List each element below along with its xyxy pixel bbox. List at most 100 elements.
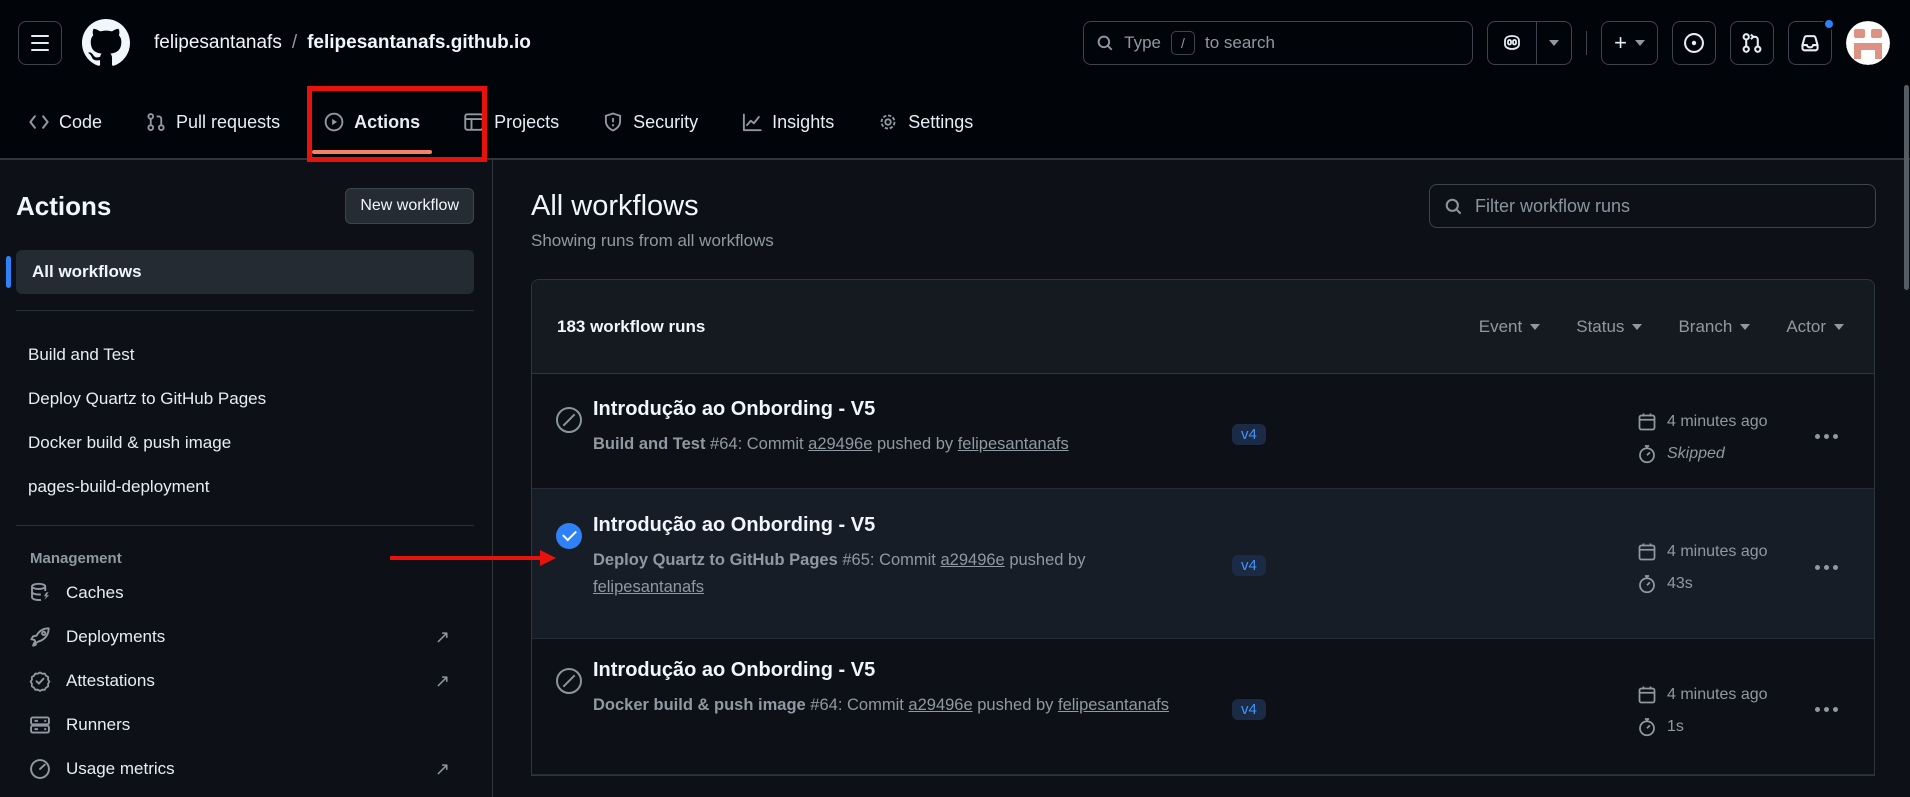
search-placeholder-post: to search bbox=[1205, 33, 1275, 53]
sidebar-item-caches[interactable]: Caches bbox=[28, 571, 474, 615]
header-actions: Type / to search + bbox=[1083, 21, 1890, 65]
run-duration: 1s bbox=[1667, 718, 1684, 736]
github-logo-icon[interactable] bbox=[82, 19, 130, 67]
breadcrumb-repo-link[interactable]: felipesantanafs.github.io bbox=[307, 32, 531, 54]
issue-opened-icon bbox=[1683, 32, 1705, 54]
tab-actions-label: Actions bbox=[354, 112, 420, 133]
run-subtitle: Build and Test #64: Commit a29496e pushe… bbox=[593, 431, 1193, 458]
sidebar-item-deployments[interactable]: Deployments ↗ bbox=[28, 615, 474, 659]
breadcrumb: felipesantanafs / felipesantanafs.github… bbox=[154, 32, 531, 54]
version-badge[interactable]: v4 bbox=[1232, 555, 1266, 576]
commit-link[interactable]: a29496e bbox=[940, 551, 1004, 569]
workflow-list: Build and Test Deploy Quartz to GitHub P… bbox=[16, 327, 474, 509]
create-new-button[interactable]: + bbox=[1601, 21, 1658, 65]
sidebar-item-usage-metrics[interactable]: Usage metrics ↗ bbox=[28, 747, 474, 791]
tab-settings-label: Settings bbox=[908, 112, 973, 133]
tab-settings[interactable]: Settings bbox=[878, 86, 973, 158]
search-icon bbox=[1444, 197, 1463, 216]
tab-projects-label: Projects bbox=[494, 112, 559, 133]
actor-link[interactable]: felipesantanafs bbox=[958, 435, 1069, 453]
meter-icon bbox=[28, 758, 52, 780]
kebab-icon bbox=[1824, 565, 1829, 570]
database-icon bbox=[28, 582, 52, 604]
new-workflow-button[interactable]: New workflow bbox=[345, 188, 474, 224]
run-duration: 43s bbox=[1667, 575, 1693, 593]
code-icon bbox=[29, 112, 49, 132]
tab-security-label: Security bbox=[633, 112, 698, 133]
sidebar-title: Actions bbox=[16, 191, 111, 222]
sidebar-item-docker-build[interactable]: Docker build & push image bbox=[28, 421, 474, 465]
tab-security[interactable]: Security bbox=[603, 86, 698, 158]
external-link-icon: ↗ bbox=[435, 627, 450, 648]
commit-link[interactable]: a29496e bbox=[808, 435, 872, 453]
chevron-down-icon bbox=[1834, 324, 1844, 330]
stopwatch-icon bbox=[1637, 717, 1657, 737]
version-badge[interactable]: v4 bbox=[1232, 699, 1266, 720]
run-title-link[interactable]: Introdução ao Onbording - V5 bbox=[593, 514, 1193, 537]
pull-requests-button[interactable] bbox=[1730, 21, 1774, 65]
actor-link[interactable]: felipesantanafs bbox=[593, 578, 704, 596]
top-header: felipesantanafs / felipesantanafs.github… bbox=[0, 0, 1910, 86]
sidebar-item-attestations[interactable]: Attestations ↗ bbox=[28, 659, 474, 703]
tab-projects[interactable]: Projects bbox=[464, 86, 559, 158]
sidebar-item-pages-build-deployment[interactable]: pages-build-deployment bbox=[28, 465, 474, 509]
kebab-menu-button[interactable] bbox=[1806, 425, 1846, 447]
copilot-button[interactable] bbox=[1487, 21, 1572, 65]
external-link-icon: ↗ bbox=[435, 671, 450, 692]
hamburger-menu-button[interactable] bbox=[18, 21, 62, 65]
actor-link[interactable]: felipesantanafs bbox=[1058, 696, 1169, 714]
stopwatch-icon bbox=[1637, 574, 1657, 594]
verified-badge-icon bbox=[28, 670, 52, 692]
tab-pull-requests[interactable]: Pull requests bbox=[146, 86, 280, 158]
workflow-run-row[interactable]: Introdução ao Onbording - V5 Build and T… bbox=[532, 374, 1874, 489]
commit-link[interactable]: a29496e bbox=[908, 696, 972, 714]
shield-icon bbox=[603, 112, 623, 132]
version-badge[interactable]: v4 bbox=[1232, 424, 1266, 445]
workflow-run-row[interactable]: Introdução ao Onbording - V5 Docker buil… bbox=[532, 639, 1874, 775]
issues-button[interactable] bbox=[1672, 21, 1716, 65]
tab-insights[interactable]: Insights bbox=[742, 86, 834, 158]
run-time: 4 minutes ago bbox=[1667, 543, 1768, 561]
tab-code[interactable]: Code bbox=[29, 86, 102, 158]
user-avatar[interactable] bbox=[1846, 21, 1890, 65]
tab-actions[interactable]: Actions bbox=[324, 86, 420, 158]
run-filters: Event Status Branch Actor bbox=[1479, 317, 1844, 337]
management-section-label: Management bbox=[16, 542, 474, 571]
kebab-menu-button[interactable] bbox=[1806, 556, 1846, 578]
kebab-icon bbox=[1824, 434, 1829, 439]
actions-sidebar: Actions New workflow All workflows Build… bbox=[0, 160, 493, 797]
caches-label: Caches bbox=[66, 583, 124, 603]
actor-filter-dropdown[interactable]: Actor bbox=[1786, 317, 1844, 337]
breadcrumb-owner-link[interactable]: felipesantanafs bbox=[154, 32, 282, 54]
graph-icon bbox=[742, 112, 762, 132]
run-subtitle: Docker build & push image #64: Commit a2… bbox=[593, 692, 1193, 719]
git-pull-request-icon bbox=[1741, 32, 1763, 54]
run-title-link[interactable]: Introdução ao Onbording - V5 bbox=[593, 398, 1193, 421]
branch-filter-dropdown[interactable]: Branch bbox=[1678, 317, 1750, 337]
sidebar-item-build-and-test[interactable]: Build and Test bbox=[28, 333, 474, 377]
deployments-label: Deployments bbox=[66, 627, 165, 647]
status-filter-dropdown[interactable]: Status bbox=[1576, 317, 1642, 337]
run-time: 4 minutes ago bbox=[1667, 413, 1768, 431]
global-search-input[interactable]: Type / to search bbox=[1083, 21, 1473, 65]
run-meta: 4 minutes ago Skipped bbox=[1637, 409, 1768, 473]
workflow-run-row[interactable]: Introdução ao Onbording - V5 Deploy Quar… bbox=[532, 489, 1874, 639]
sidebar-divider bbox=[16, 310, 474, 311]
notifications-button[interactable] bbox=[1788, 21, 1832, 65]
filter-workflow-runs-input[interactable]: Filter workflow runs bbox=[1429, 184, 1876, 228]
run-title-link[interactable]: Introdução ao Onbording - V5 bbox=[593, 659, 1193, 682]
page-scrollbar[interactable] bbox=[1904, 85, 1909, 290]
runs-card-header: 183 workflow runs Event Status Branch Ac… bbox=[532, 280, 1874, 374]
sidebar-item-all-workflows[interactable]: All workflows bbox=[16, 250, 474, 294]
usage-metrics-label: Usage metrics bbox=[66, 759, 175, 779]
workflow-runs-main: All workflows Showing runs from all work… bbox=[493, 160, 1910, 797]
copilot-dropdown-caret[interactable] bbox=[1536, 22, 1571, 64]
kebab-menu-button[interactable] bbox=[1806, 698, 1846, 720]
chevron-down-icon bbox=[1740, 324, 1750, 330]
event-filter-dropdown[interactable]: Event bbox=[1479, 317, 1540, 337]
copilot-icon[interactable] bbox=[1488, 22, 1536, 64]
table-icon bbox=[464, 112, 484, 132]
sidebar-item-runners[interactable]: Runners bbox=[28, 703, 474, 747]
filter-placeholder: Filter workflow runs bbox=[1475, 196, 1630, 217]
sidebar-item-deploy-quartz[interactable]: Deploy Quartz to GitHub Pages bbox=[28, 377, 474, 421]
